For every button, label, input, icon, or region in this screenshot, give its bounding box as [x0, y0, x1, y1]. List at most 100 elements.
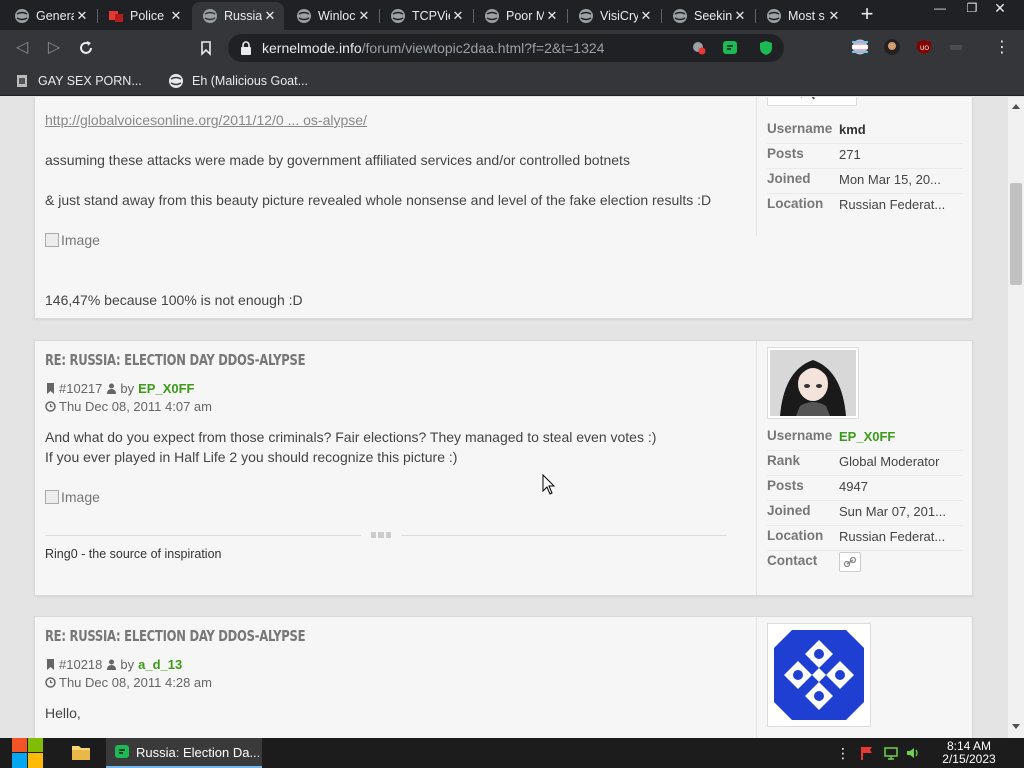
bookmark-icon[interactable] [196, 38, 216, 58]
post-title[interactable]: Re: Russia: Election Day DDoS-alypse [45, 627, 306, 645]
close-icon[interactable]: ✕ [732, 8, 748, 24]
profile-value[interactable]: 4947 [839, 479, 868, 494]
tab-tcpview[interactable]: TCPVie ✕ [380, 2, 472, 30]
scroll-thumb[interactable] [1010, 183, 1022, 285]
bookmark-item-1[interactable]: GAY SEX PORN... [14, 72, 142, 90]
close-window-button[interactable]: ✕ [984, 0, 1016, 18]
profile-contact: Contact [767, 552, 963, 576]
close-icon[interactable]: ✕ [168, 8, 184, 24]
windows-start-icon[interactable] [10, 738, 44, 768]
user-icon [107, 659, 117, 670]
minimize-button[interactable]: — [924, 0, 956, 18]
profile-key: Contact [767, 553, 818, 568]
globe-icon [203, 9, 217, 23]
red-flag-icon [109, 11, 123, 22]
profile-location: Location Russian Federat... [767, 195, 963, 219]
page-scrollbar[interactable] [1008, 97, 1024, 738]
forward-button[interactable]: ▷ [44, 38, 64, 58]
globe-icon [579, 9, 593, 23]
profile-key: Location [767, 528, 824, 543]
svg-text:UO: UO [920, 45, 929, 52]
divider-line [401, 535, 727, 536]
post-author[interactable]: a_d_13 [138, 657, 182, 672]
globe-icon [767, 9, 781, 23]
page-viewport: http://globalvoicesonline.org/2011/12/0 … [0, 97, 1008, 738]
new-tab-button[interactable]: + [856, 3, 878, 26]
back-button[interactable]: ◁ [12, 38, 32, 58]
shield-icon[interactable] [758, 40, 774, 56]
profile-value: Global Moderator [839, 454, 940, 469]
avatar[interactable] [767, 97, 857, 106]
profile-flag-icon[interactable] [852, 39, 868, 55]
clock-date: 2/15/2023 [942, 752, 996, 766]
post-profile: Username EP_X0FF Rank Global Moderator Pos… [756, 341, 972, 595]
profile-value[interactable]: EP_X0FF [839, 429, 895, 444]
post-date-row: Thu Dec 08, 2011 4:28 am [45, 675, 212, 690]
system-clock[interactable]: 8:14 AM 2/15/2023 [930, 740, 1008, 766]
profile-value[interactable]: kmd [839, 122, 866, 137]
more-icon[interactable]: ⋮ [836, 746, 850, 760]
close-icon[interactable]: ✕ [544, 8, 560, 24]
contact-button[interactable] [839, 552, 861, 572]
tab-winlock[interactable]: Winloc ✕ [286, 2, 378, 30]
image-alt-text: Image [61, 489, 100, 505]
post-link[interactable]: http://globalvoicesonline.org/2011/12/0 … [45, 112, 367, 128]
close-icon[interactable]: ✕ [262, 8, 278, 24]
ublock-icon[interactable]: UO [916, 39, 932, 55]
tab-poor-man[interactable]: Poor M ✕ [474, 2, 566, 30]
url-path: /forum/viewtopic2daa.html?f=2&t=1324 [361, 40, 605, 56]
tab-strip: Genera ✕ Police ✕ Russia ✕ Winloc ✕ TCPV… [0, 0, 1024, 30]
profile-key: Username [767, 121, 833, 136]
avatar-extension-icon[interactable] [884, 39, 900, 55]
post-author[interactable]: EP_X0FF [138, 381, 194, 396]
tab-title: Seekin [694, 9, 732, 23]
chat-extension-icon[interactable] [722, 40, 738, 56]
link-icon [843, 556, 857, 568]
tab-title: TCPVie [412, 9, 450, 23]
close-icon[interactable]: ✕ [450, 8, 466, 24]
tab-russia[interactable]: Russia ✕ [192, 2, 284, 30]
red-flag-icon[interactable] [860, 746, 874, 760]
blocked-site-icon[interactable] [692, 41, 706, 55]
close-icon[interactable]: ✕ [638, 8, 654, 24]
network-icon[interactable] [884, 746, 898, 760]
avatar[interactable] [767, 623, 871, 727]
menu-icon[interactable]: ⋮ [992, 38, 1012, 58]
tab-title: Poor M [506, 9, 544, 23]
bookmark-item-2[interactable]: Eh (Malicious Goat... [168, 72, 308, 90]
reload-icon[interactable] [76, 38, 96, 58]
avatar[interactable] [767, 347, 859, 419]
tab-most[interactable]: Most s ✕ [756, 2, 848, 30]
tab-title: Russia [224, 9, 262, 23]
file-explorer-icon[interactable] [72, 744, 90, 760]
profile-joined: Joined Mon Mar 15, 20... [767, 170, 963, 194]
post-date-row: Thu Dec 08, 2011 4:07 am [45, 399, 212, 414]
post-title[interactable]: Re: Russia: Election Day DDoS-alypse [45, 351, 306, 369]
mouse-cursor [542, 474, 556, 495]
profile-rank: Rank Global Moderator [767, 452, 963, 476]
close-icon[interactable]: ✕ [356, 8, 372, 24]
bookmark-icon [47, 659, 54, 670]
profile-value[interactable]: 271 [839, 147, 861, 162]
tab-police[interactable]: Police ✕ [98, 2, 190, 30]
post-text: Hello, [45, 705, 81, 721]
scroll-up-arrow[interactable] [1012, 104, 1020, 109]
page-icon [17, 75, 27, 87]
tab-seeking[interactable]: Seekin ✕ [662, 2, 754, 30]
post-profile [756, 617, 972, 738]
scroll-down-arrow[interactable] [1012, 724, 1020, 729]
post-id[interactable]: #10217 [59, 381, 102, 396]
extension-icon[interactable] [948, 39, 964, 55]
post-text: assuming these attacks were made by gove… [45, 152, 630, 168]
close-icon[interactable]: ✕ [826, 8, 842, 24]
tab-general[interactable]: Genera ✕ [4, 2, 96, 30]
volume-icon[interactable] [906, 746, 920, 760]
post-meta: #10217 by EP_X0FF [45, 381, 194, 396]
taskbar-browser-app[interactable]: Russia: Election Da... [106, 738, 262, 768]
close-icon[interactable]: ✕ [74, 8, 90, 24]
address-bar[interactable]: kernelmode.info/forum/viewtopic2daa.html… [228, 34, 784, 62]
post-id[interactable]: #10218 [59, 657, 102, 672]
broken-image: Image [45, 489, 100, 505]
tab-visicrypt[interactable]: VisiCry ✕ [568, 2, 660, 30]
post-by-label: by [120, 381, 135, 396]
